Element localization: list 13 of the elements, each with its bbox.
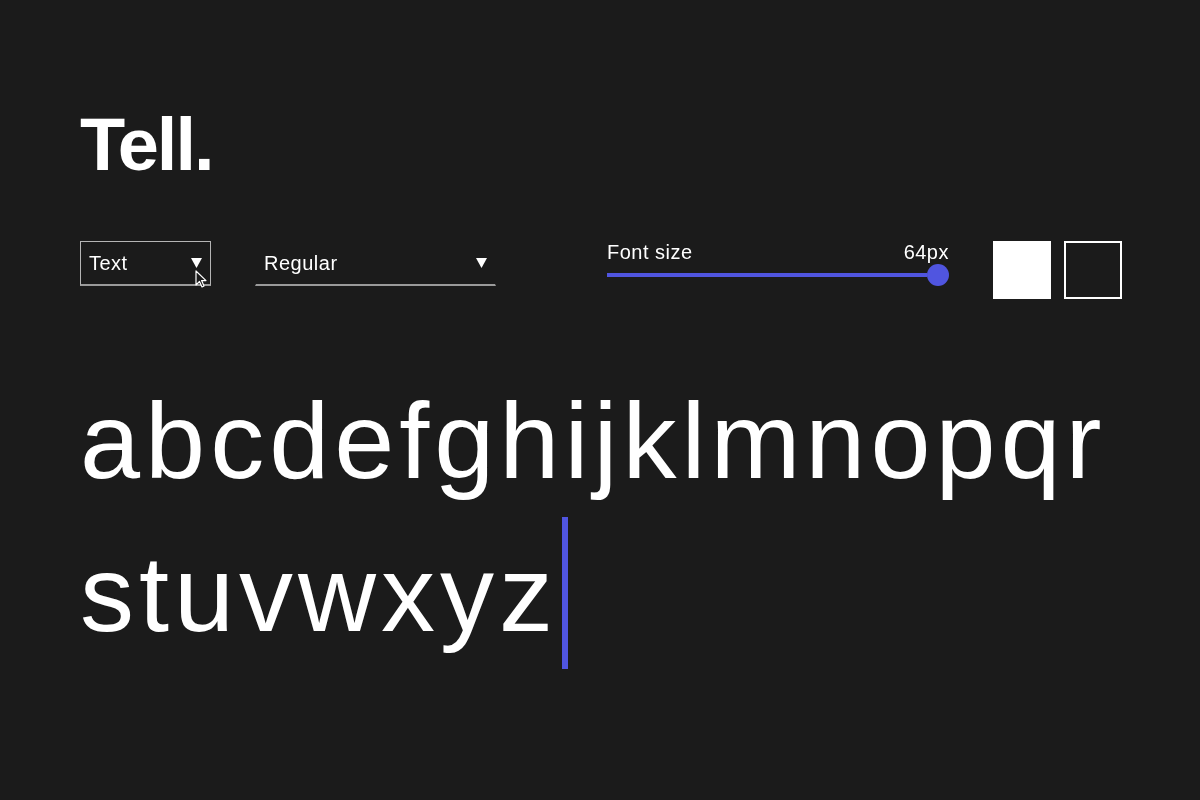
sample-text-line: abcdefghijklmnopqr — [80, 379, 1107, 503]
text-type-dropdown[interactable]: Text — [80, 241, 211, 286]
caret-icon — [476, 258, 487, 268]
mouse-pointer-icon — [195, 270, 207, 288]
color-swatch-button[interactable] — [993, 241, 1051, 299]
sample-text-line: stuvwxyz — [80, 532, 559, 656]
font-size-value: 64px — [903, 241, 949, 263]
caret-icon — [191, 258, 202, 268]
font-size-label: Font size — [607, 241, 693, 263]
color-swatch-button[interactable] — [1064, 241, 1122, 299]
font-weight-dropdown[interactable]: Regular — [255, 241, 496, 286]
logo-text: Tell. — [80, 108, 213, 182]
slider-thumb[interactable] — [927, 264, 949, 286]
